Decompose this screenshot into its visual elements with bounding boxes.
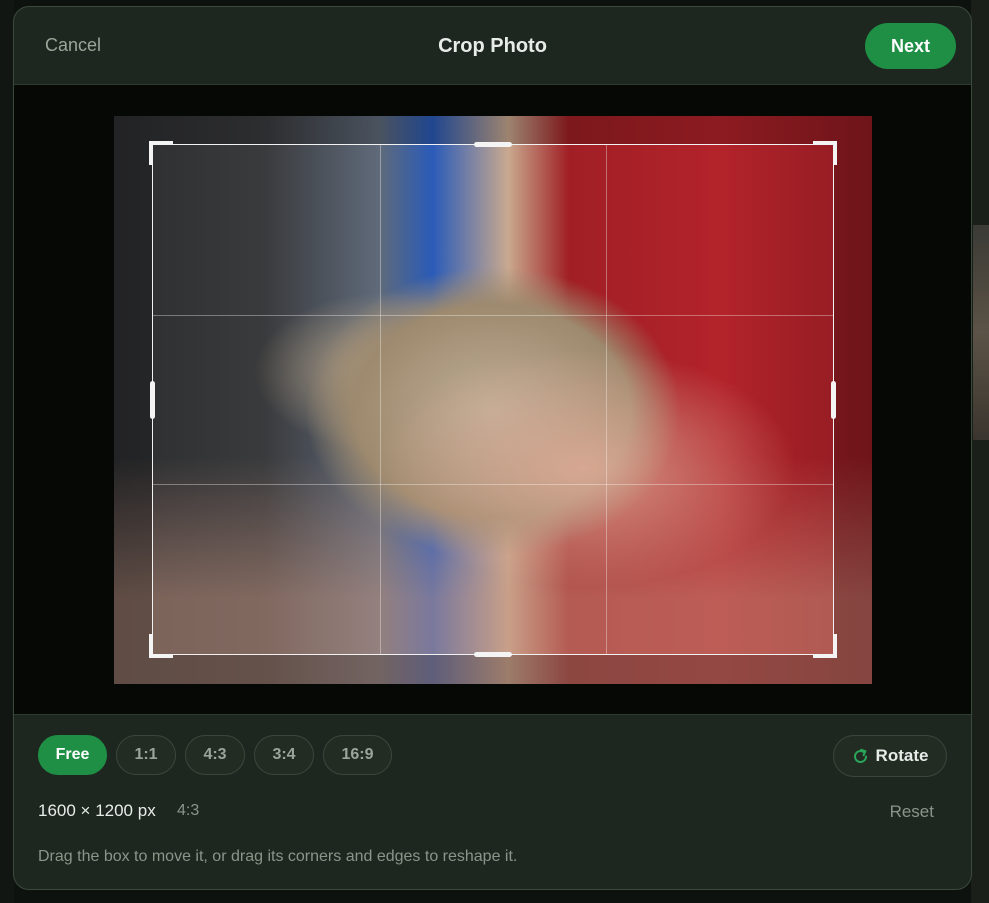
next-button[interactable]: Next [865,23,956,69]
crop-dimensions: 1600 × 1200 px [38,801,156,820]
crop-photo-dialog: Cancel Crop Photo Next Free 1:1 4:3 3:4 … [13,6,972,890]
background-left [0,0,14,903]
crop-handle-top[interactable] [474,142,512,147]
grid-line [606,145,608,654]
dim-overlay-bottom [114,655,872,684]
crop-handle-right[interactable] [831,380,836,419]
crop-handle-top-right[interactable] [813,141,837,165]
crop-handle-bottom[interactable] [474,652,512,657]
crop-handle-bottom-right[interactable] [813,634,837,658]
reset-button[interactable]: Reset [890,802,934,822]
dialog-header: Cancel Crop Photo Next [14,7,971,85]
background-right [971,0,989,903]
aspect-1-1-button[interactable]: 1:1 [116,735,176,775]
crop-controls: Free 1:1 4:3 3:4 16:9 Rotate 1600 × 1200… [14,714,971,889]
dim-overlay-right [834,144,872,655]
crop-box[interactable] [149,141,837,658]
aspect-free-button[interactable]: Free [38,735,107,775]
crop-handle-bottom-left[interactable] [149,634,173,658]
grid-line [153,484,833,486]
crop-canvas [14,85,971,714]
aspect-3-4-button[interactable]: 3:4 [254,735,314,775]
crop-handle-left[interactable] [150,380,155,419]
aspect-16-9-button[interactable]: 16:9 [323,735,392,775]
snake-photo [114,116,872,684]
background-photo-edge [973,225,989,440]
dim-overlay-left [114,144,152,655]
current-ratio: 4:3 [177,802,200,819]
dim-overlay-top [114,116,872,144]
aspect-4-3-button[interactable]: 4:3 [185,735,245,775]
grid-line [379,145,381,654]
aspect-ratio-options: Free 1:1 4:3 3:4 16:9 [38,735,392,775]
rotate-clockwise-icon [852,748,869,765]
crop-hint: Drag the box to move it, or drag its cor… [38,848,518,865]
rotate-label: Rotate [875,746,929,765]
crop-handle-top-left[interactable] [149,141,173,165]
dialog-title: Crop Photo [438,35,547,57]
grid-line [153,314,833,316]
rotate-button[interactable]: Rotate [833,735,947,777]
